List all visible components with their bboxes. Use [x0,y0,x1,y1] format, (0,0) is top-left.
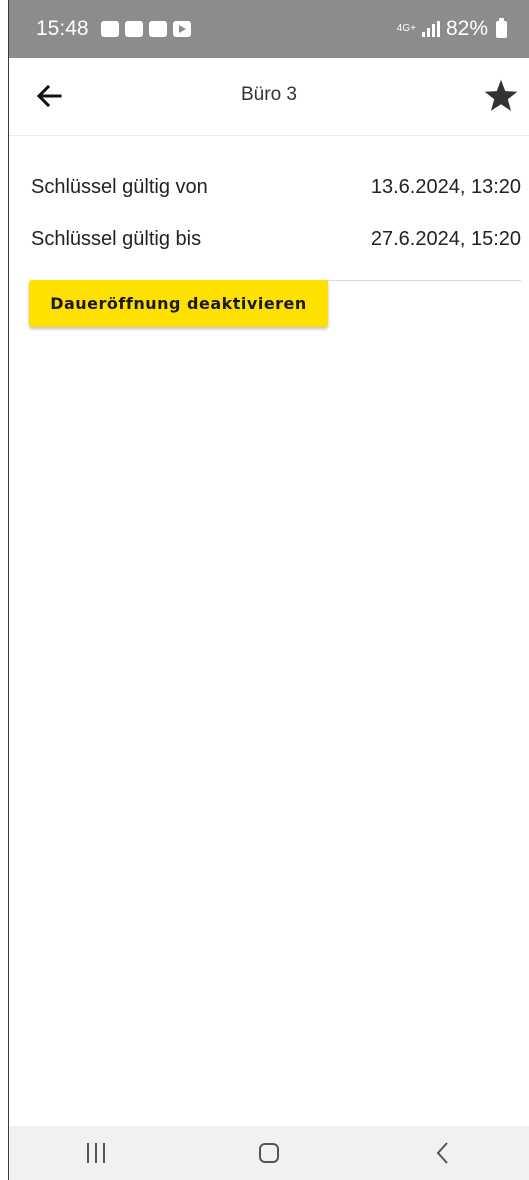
battery-percent: 82% [445,17,488,40]
gallery-icon [148,21,167,37]
valid-from-value: 13.6.2024, 13:20 [370,175,521,198]
valid-from-label: Schlüssel gültig von [31,175,208,198]
page-title: Büro 3 [241,84,297,105]
status-right: 4G+ 82% [397,17,507,41]
teams-icon [100,21,119,37]
signal-icon [421,21,440,37]
valid-until-label: Schlüssel gültig bis [31,227,202,250]
home-button[interactable] [182,1126,355,1180]
outlook-icon [124,21,143,37]
battery-icon [496,17,507,38]
deactivate-permanent-opening-button[interactable]: Daueröffnung deaktivieren [29,280,328,327]
status-bar: 15:48 4G+ 82% [9,0,529,58]
network-type: 4G+ [396,23,416,34]
valid-from-row: Schlüssel gültig von 13.6.2024, 13:20 [9,161,529,213]
system-back-button[interactable] [356,1126,529,1180]
youtube-icon [172,21,191,37]
valid-until-row: Schlüssel gültig bis 27.6.2024, 15:20 [9,213,529,265]
app-frame: 15:48 4G+ 82% Büro 3 Schlüssel gültig vo… [8,0,529,1180]
recent-apps-icon [86,1143,105,1163]
key-details: Schlüssel gültig von 13.6.2024, 13:20 Sc… [9,136,529,281]
valid-until-value: 27.6.2024, 15:20 [370,227,521,250]
recent-apps-button[interactable] [9,1126,182,1180]
status-left: 15:48 [36,17,191,41]
back-icon [436,1142,449,1164]
home-icon [258,1143,279,1163]
star-icon [484,79,518,111]
system-nav-bar [9,1126,529,1180]
app-bar: Büro 3 [9,58,529,136]
favorite-button[interactable] [479,74,523,118]
status-time: 15:48 [36,17,89,40]
